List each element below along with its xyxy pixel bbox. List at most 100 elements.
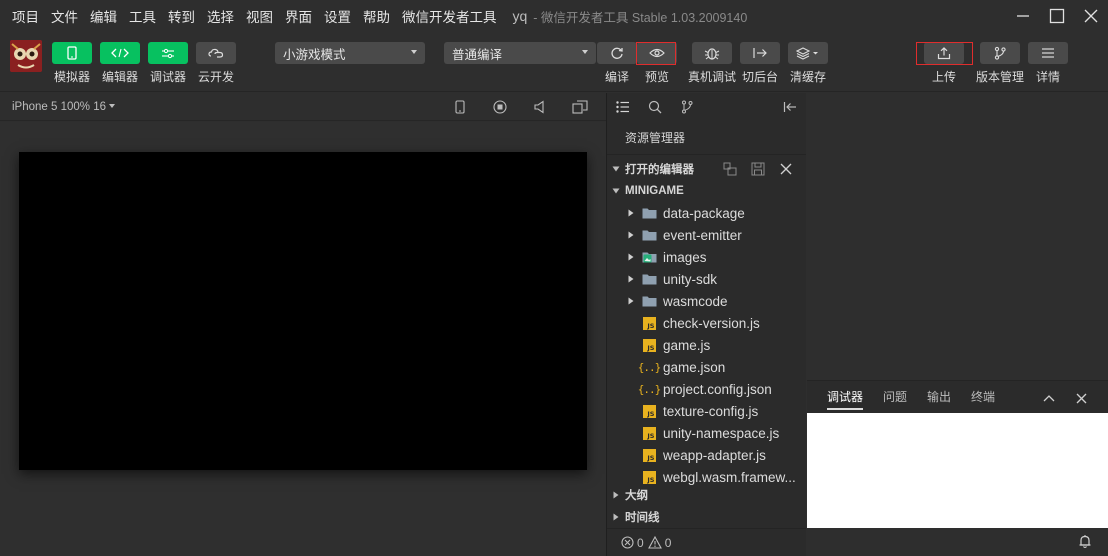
simulator-toggle[interactable]: 模拟器: [52, 42, 92, 85]
compile-select[interactable]: 普通编译: [444, 42, 596, 64]
menu-settings[interactable]: 设置: [324, 6, 351, 26]
source-control-icon[interactable]: [671, 93, 703, 121]
simulator-tools: [440, 98, 600, 116]
tree-item-unity-sdk[interactable]: unity-sdk: [607, 268, 806, 290]
background-button[interactable]: [740, 42, 780, 64]
timeline-label: 时间线: [625, 512, 660, 524]
preview-highlight: [636, 42, 676, 65]
debugger-toggle[interactable]: 调试器: [148, 42, 188, 85]
collapse-panel-icon[interactable]: [780, 93, 800, 121]
project-root-label: MINIGAME: [625, 185, 684, 197]
debug-panel-content[interactable]: [807, 413, 1108, 528]
menu-interface[interactable]: 界面: [285, 6, 312, 26]
problems-status[interactable]: 0 0: [607, 528, 806, 556]
tree-item-check-version-js[interactable]: JS check-version.js: [607, 312, 806, 334]
menu-goto[interactable]: 转到: [168, 6, 195, 26]
details-action[interactable]: 详情: [1028, 42, 1068, 85]
compile-button[interactable]: [597, 42, 637, 64]
upload-label: 上传: [931, 70, 956, 84]
tree-item-event-emitter[interactable]: event-emitter: [607, 224, 806, 246]
background-action[interactable]: 切后台: [740, 42, 780, 85]
tab-problems[interactable]: 问题: [883, 381, 907, 414]
device-phone-icon[interactable]: [440, 98, 480, 116]
remote-debug-label: 真机调试: [688, 70, 737, 84]
menu-file[interactable]: 文件: [51, 6, 78, 26]
avatar[interactable]: [10, 40, 42, 72]
close-panel-icon[interactable]: [1072, 389, 1090, 407]
minimize-icon[interactable]: [1006, 0, 1040, 32]
tree-item-data-package[interactable]: data-package: [607, 202, 806, 224]
remote-debug-action[interactable]: 真机调试: [688, 42, 736, 85]
cloud-dev-button[interactable]: [196, 42, 236, 64]
window-controls: [1006, 0, 1108, 32]
menu-tools[interactable]: 工具: [129, 6, 156, 26]
simulator-button[interactable]: [52, 42, 92, 64]
record-icon[interactable]: [480, 98, 520, 116]
menu-view[interactable]: 视图: [246, 6, 273, 26]
files-icon[interactable]: [607, 93, 639, 121]
game-canvas[interactable]: [19, 152, 587, 470]
tree-item-images[interactable]: images: [607, 246, 806, 268]
maximize-icon[interactable]: [1040, 0, 1074, 32]
details-button[interactable]: [1028, 42, 1068, 64]
js-file-icon: JS: [641, 338, 657, 352]
chevron-down-icon: [607, 166, 625, 172]
volume-icon[interactable]: [520, 98, 560, 116]
compile-action[interactable]: 编译: [597, 42, 637, 85]
editor-button[interactable]: [100, 42, 140, 64]
error-count: 0: [637, 535, 644, 550]
close-window-icon[interactable]: [1074, 0, 1108, 32]
clear-cache-button[interactable]: [788, 42, 828, 64]
version-button[interactable]: [980, 42, 1020, 64]
preview-label: 预览: [644, 70, 669, 84]
save-all-icon[interactable]: [744, 161, 772, 177]
tab-debugger[interactable]: 调试器: [827, 381, 864, 414]
mask-avatar-icon: [10, 40, 42, 72]
tree-item-label: weapp-adapter.js: [663, 447, 766, 463]
tree-item-wasmcode[interactable]: wasmcode: [607, 290, 806, 312]
version-action[interactable]: 版本管理: [976, 42, 1024, 85]
editor-toggle[interactable]: 编辑器: [100, 42, 140, 85]
folder-icon: [641, 272, 657, 286]
file-tree: data-package event-emitter images unity-…: [607, 202, 806, 488]
bell-icon[interactable]: [1078, 534, 1092, 552]
tree-item-project-config-json[interactable]: {..} project.config.json: [607, 378, 806, 400]
search-icon[interactable]: [639, 93, 671, 121]
menu-select[interactable]: 选择: [207, 6, 234, 26]
menu-help[interactable]: 帮助: [363, 6, 390, 26]
remote-debug-button[interactable]: [692, 42, 732, 64]
clear-cache-action[interactable]: 清缓存: [788, 42, 828, 85]
detach-window-icon[interactable]: [560, 98, 600, 116]
tree-item-weapp-adapter-js[interactable]: JS weapp-adapter.js: [607, 444, 806, 466]
chevron-up-icon[interactable]: [1040, 389, 1058, 407]
tree-item-unity-namespace-js[interactable]: JS unity-namespace.js: [607, 422, 806, 444]
debugger-button[interactable]: [148, 42, 188, 64]
menu-project[interactable]: 项目: [12, 6, 39, 26]
device-select[interactable]: iPhone 5 100% 16: [12, 101, 115, 113]
split-editors-icon[interactable]: [716, 161, 744, 177]
window-subtitle: - 微信开发者工具 Stable 1.03.2009140: [533, 10, 748, 25]
explorer-panel: 资源管理器 打开的编辑器 MINIGAME data-package event…: [607, 93, 806, 556]
tree-item-label: check-version.js: [663, 315, 760, 331]
simulator-area: [0, 122, 606, 556]
explorer-title: 资源管理器: [607, 121, 806, 155]
menu-edit[interactable]: 编辑: [90, 6, 117, 26]
outline-section[interactable]: 大纲: [607, 484, 806, 506]
mode-select[interactable]: 小游戏模式: [275, 42, 425, 64]
tab-terminal[interactable]: 终端: [971, 381, 995, 414]
open-editors-section[interactable]: 打开的编辑器: [607, 158, 806, 180]
close-all-icon[interactable]: [772, 161, 800, 177]
window-project-name: yq: [512, 8, 528, 24]
tree-item-label: project.config.json: [663, 381, 772, 397]
tab-output[interactable]: 输出: [927, 381, 951, 414]
tree-item-game-js[interactable]: JS game.js: [607, 334, 806, 356]
json-file-icon: {..}: [637, 382, 661, 396]
menu-wechat-devtools[interactable]: 微信开发者工具: [402, 6, 497, 26]
tree-item-game-json[interactable]: {..} game.json: [607, 356, 806, 378]
toolbar: 模拟器 编辑器 调试器 云开发 小游戏模式 普通编译 编译 预览 真机调试 切后…: [0, 32, 1108, 92]
layers-dropdown-icon: [796, 47, 818, 60]
timeline-section[interactable]: 时间线: [607, 506, 806, 528]
cloud-dev-toggle[interactable]: 云开发: [196, 42, 236, 85]
project-root-section[interactable]: MINIGAME: [607, 180, 806, 202]
tree-item-texture-config-js[interactable]: JS texture-config.js: [607, 400, 806, 422]
